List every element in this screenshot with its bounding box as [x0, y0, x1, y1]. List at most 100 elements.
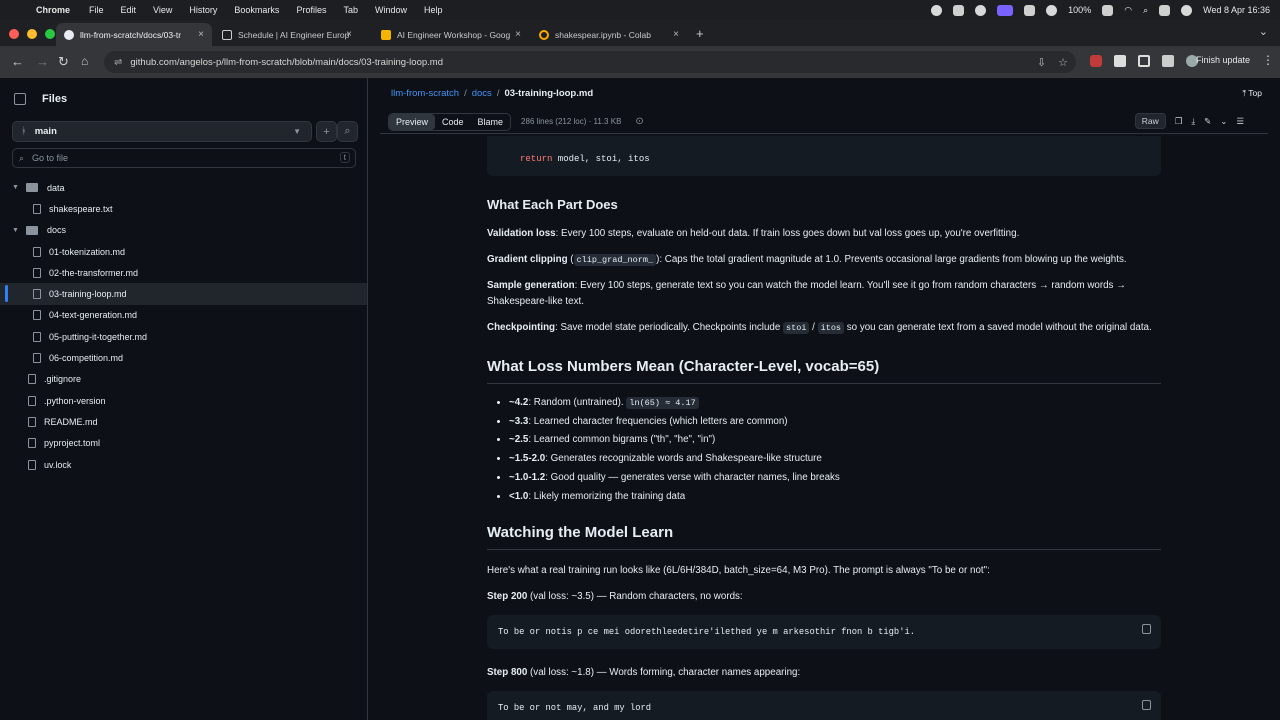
battery-icon[interactable]: [1102, 4, 1114, 16]
extension-badge-icon[interactable]: [1090, 55, 1102, 67]
breadcrumb-repo[interactable]: llm-from-scratch: [391, 88, 459, 99]
tree-file[interactable]: 05-putting-it-together.md: [0, 326, 367, 347]
collapse-panel-icon[interactable]: [14, 93, 26, 105]
menu-help[interactable]: Help: [424, 5, 443, 15]
install-app-icon[interactable]: ⇩: [1037, 56, 1046, 69]
chevron-down-icon[interactable]: ▼: [12, 184, 22, 191]
file-icon: [28, 395, 36, 406]
browser-tab-github[interactable]: llm-from-scratch/docs/03-tr ×: [56, 23, 212, 46]
term: Validation loss: [487, 228, 556, 239]
tab-label: shakespear.ipynb - Colab: [555, 29, 651, 40]
tab-strip: llm-from-scratch/docs/03-tr × Schedule |…: [0, 20, 1280, 46]
url-text[interactable]: github.com/angelos-p/llm-from-scratch/bl…: [130, 57, 443, 68]
browser-tab-schedule[interactable]: Schedule | AI Engineer Europ ×: [214, 23, 360, 46]
finish-update-button[interactable]: Finish update: [1196, 55, 1250, 65]
tab-preview[interactable]: Preview: [389, 113, 436, 130]
menu-window[interactable]: Window: [375, 5, 407, 15]
more-options-chevron-icon[interactable]: ⌄: [1220, 116, 1227, 127]
tree-file[interactable]: 04-text-generation.md: [0, 305, 367, 326]
status-app-icon[interactable]: [931, 4, 943, 16]
close-tab-icon[interactable]: ×: [515, 29, 521, 40]
tree-file[interactable]: 01-tokenization.md: [0, 241, 367, 262]
bookmark-star-icon[interactable]: ☆: [1058, 56, 1068, 69]
address-toolbar: ← → ↻ ⌂ ⇌ github.com/angelos-p/llm-from-…: [0, 46, 1280, 78]
extension-icon[interactable]: [953, 4, 965, 16]
tab-blame[interactable]: Blame: [471, 114, 511, 130]
loss-value: ~1.5-2.0: [509, 453, 546, 465]
puzzle-icon[interactable]: [1138, 55, 1150, 67]
browser-tab-workshop[interactable]: AI Engineer Workshop - Goog ×: [373, 23, 529, 46]
zoom-window-icon[interactable]: [45, 29, 55, 39]
focus-icon[interactable]: [1046, 4, 1058, 16]
tree-file[interactable]: .gitignore: [0, 369, 367, 390]
reload-icon[interactable]: ↻: [58, 54, 69, 70]
menu-history[interactable]: History: [189, 5, 217, 15]
more-menu-icon[interactable]: ⋮: [1262, 53, 1274, 67]
edit-pencil-icon[interactable]: ✎: [1204, 116, 1211, 127]
raw-button[interactable]: Raw: [1134, 113, 1166, 129]
copilot-icon[interactable]: ⊙: [635, 116, 643, 127]
input-source-icon[interactable]: [1024, 4, 1036, 16]
go-to-file-input[interactable]: ⌕ Go to file t: [12, 148, 356, 168]
search-files-button[interactable]: ⌕: [337, 121, 358, 142]
search-icon[interactable]: ⌕: [1143, 5, 1148, 16]
tree-file[interactable]: .python-version: [0, 390, 367, 411]
file-icon: [33, 353, 41, 364]
file-icon: [33, 310, 41, 321]
new-tab-icon[interactable]: +: [696, 26, 704, 41]
copy-icon[interactable]: [1142, 700, 1151, 711]
loss-description: : Good quality — generates verse with ch…: [545, 471, 840, 483]
tree-file[interactable]: README.md: [0, 411, 367, 432]
extension-icon[interactable]: [1114, 55, 1126, 67]
tree-file[interactable]: pyproject.toml: [0, 433, 367, 454]
back-arrow-icon[interactable]: ←: [11, 54, 24, 69]
menu-view[interactable]: View: [153, 5, 172, 15]
menu-edit[interactable]: Edit: [121, 5, 137, 15]
wifi-icon[interactable]: ◠: [1124, 5, 1132, 16]
clock[interactable]: Wed 8 Apr 16:36: [1203, 5, 1270, 15]
site-info-icon[interactable]: ⇌: [114, 57, 122, 68]
menu-profiles[interactable]: Profiles: [296, 5, 326, 15]
tab-code[interactable]: Code: [435, 114, 471, 130]
control-center-icon[interactable]: [1159, 4, 1171, 16]
browser-tab-colab[interactable]: shakespear.ipynb - Colab ×: [531, 23, 687, 46]
breadcrumb-folder[interactable]: docs: [472, 88, 492, 99]
outline-list-icon[interactable]: ☰: [1236, 116, 1244, 127]
tab-search-chevron-icon[interactable]: ⌄: [1259, 25, 1268, 38]
omnibox[interactable]: ⇌ github.com/angelos-p/llm-from-scratch/…: [104, 51, 1076, 73]
file-tree-sidebar: Files ᚼ main ▼ + ⌕ ⌕ Go to file t ▼ data s…: [0, 78, 368, 720]
tree-file[interactable]: uv.lock: [0, 454, 367, 475]
side-panel-icon[interactable]: [1162, 55, 1174, 67]
screen-share-icon[interactable]: [997, 4, 1014, 16]
branch-selector[interactable]: ᚼ main ▼: [12, 121, 312, 142]
file-tree: ▼ data shakespeare.txt ▼ docs 01-tokenization…: [0, 177, 367, 475]
close-window-icon[interactable]: [9, 29, 19, 39]
chevron-down-icon[interactable]: ▼: [12, 227, 22, 234]
minimize-window-icon[interactable]: [27, 29, 37, 39]
tree-item-label: 01-tokenization.md: [49, 246, 126, 257]
close-tab-icon[interactable]: ×: [673, 29, 679, 40]
forward-arrow-icon[interactable]: →: [36, 54, 49, 69]
siri-icon[interactable]: [1181, 4, 1193, 16]
record-icon[interactable]: [975, 4, 987, 16]
tree-file[interactable]: 02-the-transformer.md: [0, 262, 367, 283]
close-tab-icon[interactable]: ×: [198, 29, 204, 40]
tree-file[interactable]: shakespeare.txt: [0, 198, 367, 219]
menu-bookmarks[interactable]: Bookmarks: [234, 5, 279, 15]
top-button[interactable]: ⤒ Top: [1242, 88, 1262, 99]
download-icon[interactable]: ⤓: [1191, 116, 1195, 127]
copy-raw-icon[interactable]: ❐: [1175, 116, 1183, 127]
close-tab-icon[interactable]: ×: [346, 29, 352, 40]
tree-file[interactable]: 03-training-loop.md: [0, 283, 367, 305]
file-icon: [33, 267, 41, 278]
menu-app-chrome[interactable]: Chrome: [36, 5, 70, 15]
tree-folder[interactable]: ▼ docs: [0, 220, 367, 241]
menu-file[interactable]: File: [89, 5, 104, 15]
tree-file[interactable]: 06-competition.md: [0, 347, 367, 368]
home-icon[interactable]: ⌂: [81, 54, 88, 68]
tree-folder[interactable]: ▼ data: [0, 177, 367, 198]
file-viewer: llm-from-scratch / docs/03-training-loop.m…: [380, 78, 1280, 720]
copy-icon[interactable]: [1142, 624, 1151, 635]
menu-tab[interactable]: Tab: [343, 5, 358, 15]
add-file-button[interactable]: +: [316, 121, 337, 142]
